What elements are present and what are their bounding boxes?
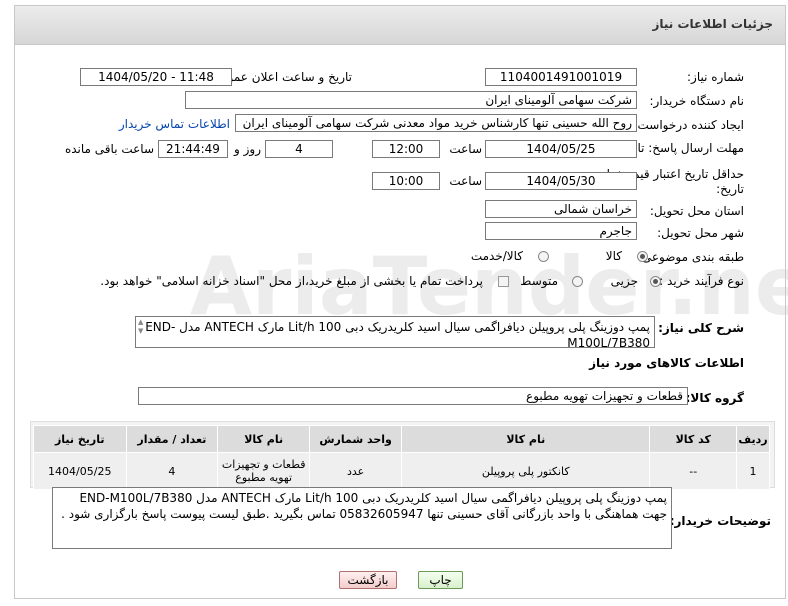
price-time-label: ساعت	[449, 174, 482, 188]
category-option-goods-service: کالا/خدمت	[470, 249, 523, 263]
goods-group-label: گروه کالا:	[685, 391, 744, 405]
cell-group: قطعات و تجهیزات تهویه مطبوع	[217, 452, 311, 490]
buyer-notes-label: توضیحات خریدار:	[669, 514, 771, 528]
announce-field: 1404/05/20 - 11:48	[80, 68, 232, 86]
back-button[interactable]: بازگشت	[339, 571, 397, 589]
province-field: خراسان شمالی	[485, 200, 637, 218]
treasury-checkbox[interactable]	[498, 276, 509, 287]
panel-header: جزئیات اطلاعات نیاز	[15, 6, 785, 45]
col-name: نام کالا	[401, 425, 651, 453]
creator-field: روح الله حسینی تنها کارشناس خرید مواد مع…	[235, 114, 637, 132]
need-number-field: 1104001491001019	[485, 68, 637, 86]
buyer-org-label: نام دستگاه خریدار:	[649, 94, 745, 108]
creator-label: ایجاد کننده درخواست:	[633, 118, 744, 132]
process-option-medium: متوسط	[520, 274, 558, 288]
category-option-goods: کالا	[605, 249, 622, 263]
category-radio-goods-service[interactable]	[538, 251, 549, 262]
province-label: استان محل تحویل:	[649, 204, 744, 218]
page-title: جزئیات اطلاعات نیاز	[652, 17, 773, 31]
reply-date-field: 1404/05/25	[485, 140, 637, 158]
print-button[interactable]: چاپ	[418, 571, 463, 589]
cell-unit: عدد	[309, 452, 403, 490]
buyer-notes-textarea[interactable]: پمپ دوزینگ پلی پروپیلن دیافراگمی سیال اس…	[52, 487, 672, 549]
summary-text: پمپ دوزینگ پلی پروپیلن دیافراگمی سیال اس…	[145, 320, 650, 348]
buyer-notes-text: پمپ دوزینگ پلی پروپیلن دیافراگمی سیال اس…	[61, 491, 667, 521]
cell-index: 1	[736, 452, 770, 490]
goods-section-title: اطلاعات کالاهای مورد نیاز	[589, 356, 744, 370]
remaining-time-label: ساعت باقی مانده	[64, 142, 154, 156]
col-date: تاریخ نیاز	[33, 425, 127, 453]
price-date-field: 1404/05/30	[485, 172, 637, 190]
city-label: شهر محل تحویل:	[657, 226, 744, 240]
col-group: نام کالا	[217, 425, 311, 453]
city-field: جاجرم	[485, 222, 637, 240]
buyer-org-field: شرکت سهامی آلومینای ایران	[185, 91, 637, 109]
summary-scrollbar[interactable]: ▲ ▼	[138, 318, 148, 346]
cell-code: --	[649, 452, 738, 490]
process-option-minor: جزیی	[610, 274, 638, 288]
buyer-contact-link[interactable]: اطلاعات تماس خریدار	[119, 117, 230, 131]
reply-time-label: ساعت	[449, 142, 482, 156]
cell-qty: 4	[125, 452, 219, 490]
days-field: 4	[265, 140, 333, 158]
remaining-time-field: 21:44:49	[158, 140, 228, 158]
summary-textarea[interactable]: پمپ دوزینگ پلی پروپیلن دیافراگمی سیال اس…	[135, 316, 655, 348]
summary-label: شرح کلی نیاز:	[658, 321, 744, 335]
goods-table-header: ردیف کد کالا نام کالا واحد شمارش نام کال…	[33, 425, 770, 453]
scroll-down-icon[interactable]: ▼	[138, 327, 148, 336]
category-label: طبقه بندی موضوعی:	[637, 250, 744, 264]
cell-name: کانکتور پلی پروپیلن	[401, 452, 651, 490]
table-row: 1 -- کانکتور پلی پروپیلن عدد قطعات و تجه…	[33, 452, 770, 490]
goods-group-field: قطعات و تجهیزات تهویه مطبوع	[138, 387, 688, 405]
category-radio-goods[interactable]	[637, 251, 648, 262]
col-unit: واحد شمارش	[309, 425, 403, 453]
need-number-label: شماره نیاز:	[687, 70, 744, 84]
days-label: روز و	[234, 142, 261, 156]
process-radio-minor[interactable]	[650, 276, 661, 287]
goods-table: ردیف کد کالا نام کالا واحد شمارش نام کال…	[33, 425, 770, 490]
col-qty: تعداد / مقدار	[125, 425, 219, 453]
price-time-field: 10:00	[372, 172, 440, 190]
col-index: ردیف	[736, 425, 770, 453]
cell-date: 1404/05/25	[33, 452, 127, 490]
reply-time-field: 12:00	[372, 140, 440, 158]
process-radio-medium[interactable]	[572, 276, 583, 287]
scroll-up-icon[interactable]: ▲	[138, 318, 148, 327]
col-code: کد کالا	[649, 425, 738, 453]
process-label: نوع فرآیند خرید :	[659, 274, 744, 288]
payment-note: پرداخت تمام یا بخشی از مبلغ خرید،از محل …	[100, 274, 483, 288]
